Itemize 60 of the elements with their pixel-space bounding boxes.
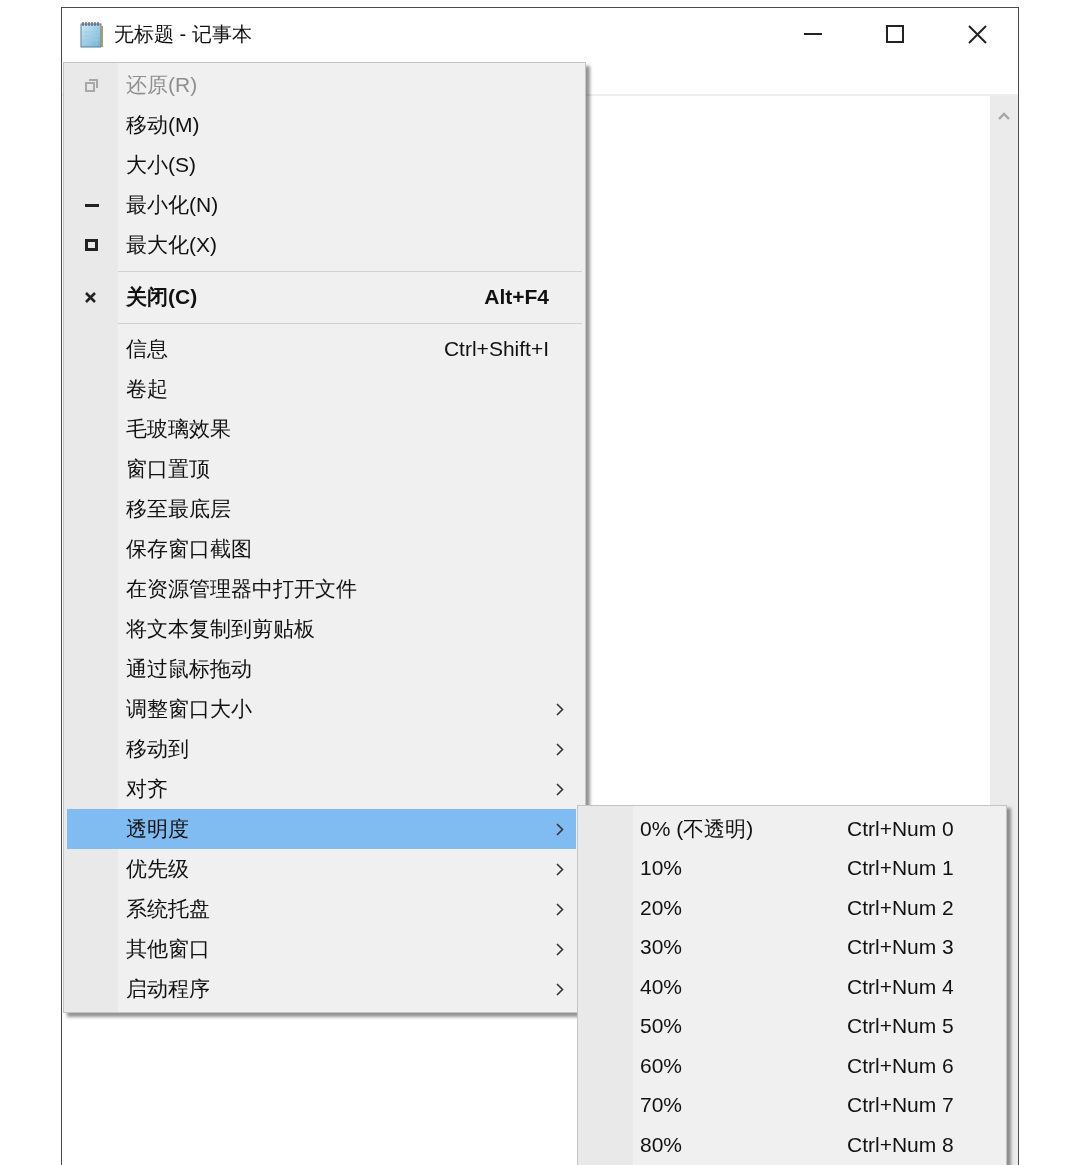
menu-item[interactable]: 窗口置顶 xyxy=(67,449,576,489)
menu-item[interactable]: 保存窗口截图 xyxy=(67,529,576,569)
menu-item[interactable]: 80% Ctrl+Num 8 xyxy=(581,1125,1003,1165)
menu-item[interactable]: 移动到 xyxy=(67,729,576,769)
chevron-right-icon xyxy=(556,822,564,836)
restore-icon xyxy=(85,78,98,92)
shortcut-text: Ctrl+Shift+I xyxy=(443,337,549,361)
menu-item[interactable]: 70% Ctrl+Num 7 xyxy=(581,1085,1003,1125)
shortcut-text: Alt+F4 xyxy=(484,285,549,309)
maximize-icon xyxy=(85,239,98,251)
minimize-icon xyxy=(85,203,99,207)
menu-item[interactable]: 30% Ctrl+Num 3 xyxy=(581,927,1003,967)
notepad-icon xyxy=(80,20,104,48)
menu-item[interactable]: 20% Ctrl+Num 2 xyxy=(581,888,1003,928)
chevron-right-icon xyxy=(556,702,564,716)
maximize-icon xyxy=(886,25,904,43)
menu-item[interactable]: 移至最底层 xyxy=(67,489,576,529)
menu-item[interactable]: 最大化(X) xyxy=(67,225,576,265)
shortcut-text: Ctrl+Num 1 xyxy=(847,856,955,881)
shortcut-text: Ctrl+Num 8 xyxy=(847,1132,955,1157)
chevron-right-icon xyxy=(556,902,564,916)
menu-item[interactable]: 将文本复制到剪贴板 xyxy=(67,609,576,649)
chevron-right-icon xyxy=(556,942,564,956)
menu-item[interactable]: 50% Ctrl+Num 5 xyxy=(581,1006,1003,1046)
menu-item[interactable]: 系统托盘 xyxy=(67,889,576,929)
chevron-right-icon xyxy=(556,742,564,756)
menu-item[interactable]: 大小(S) xyxy=(67,145,576,185)
menu-item[interactable]: 其他窗口 xyxy=(67,929,576,969)
menu-item[interactable]: 最小化(N) xyxy=(67,185,576,225)
window-title: 无标题 - 记事本 xyxy=(114,21,252,47)
menu-item[interactable]: 通过鼠标拖动 xyxy=(67,649,576,689)
menu-item[interactable]: 40% Ctrl+Num 4 xyxy=(581,967,1003,1007)
minimize-icon xyxy=(804,33,822,35)
menu-item[interactable]: 关闭(C) Alt+F4 xyxy=(67,277,576,317)
menu-item[interactable]: 移动(M) xyxy=(67,105,576,145)
chevron-right-icon xyxy=(556,862,564,876)
shortcut-text: Ctrl+Num 5 xyxy=(847,1014,955,1039)
shortcut-text: Ctrl+Num 7 xyxy=(847,1093,955,1118)
menu-item[interactable]: 卷起 xyxy=(67,369,576,409)
menu-item[interactable]: 透明度 xyxy=(67,809,576,849)
menu-item[interactable]: 信息 Ctrl+Shift+I xyxy=(67,329,576,369)
shortcut-text: Ctrl+Num 4 xyxy=(847,974,955,999)
chevron-up-icon xyxy=(998,112,1010,120)
shortcut-text: Ctrl+Num 3 xyxy=(847,935,955,960)
menu-item[interactable]: 优先级 xyxy=(67,849,576,889)
menu-item[interactable]: 调整窗口大小 xyxy=(67,689,576,729)
shortcut-text: Ctrl+Num 2 xyxy=(847,895,955,920)
shortcut-text: Ctrl+Num 6 xyxy=(847,1053,955,1078)
menu-item[interactable]: 对齐 xyxy=(67,769,576,809)
shortcut-text: Ctrl+Num 0 xyxy=(847,816,955,841)
menu-item[interactable]: 60% Ctrl+Num 6 xyxy=(581,1046,1003,1086)
close-icon xyxy=(85,291,96,303)
menu-item[interactable]: 0% (不透明) Ctrl+Num 0 xyxy=(581,809,1003,849)
menu-item[interactable]: 毛玻璃效果 xyxy=(67,409,576,449)
chevron-right-icon xyxy=(556,982,564,996)
menu-item[interactable]: 启动程序 xyxy=(67,969,576,1009)
close-icon xyxy=(967,24,987,44)
chevron-right-icon xyxy=(556,782,564,796)
menu-item[interactable]: 10% Ctrl+Num 1 xyxy=(581,848,1003,888)
menu-item[interactable]: 在资源管理器中打开文件 xyxy=(67,569,576,609)
